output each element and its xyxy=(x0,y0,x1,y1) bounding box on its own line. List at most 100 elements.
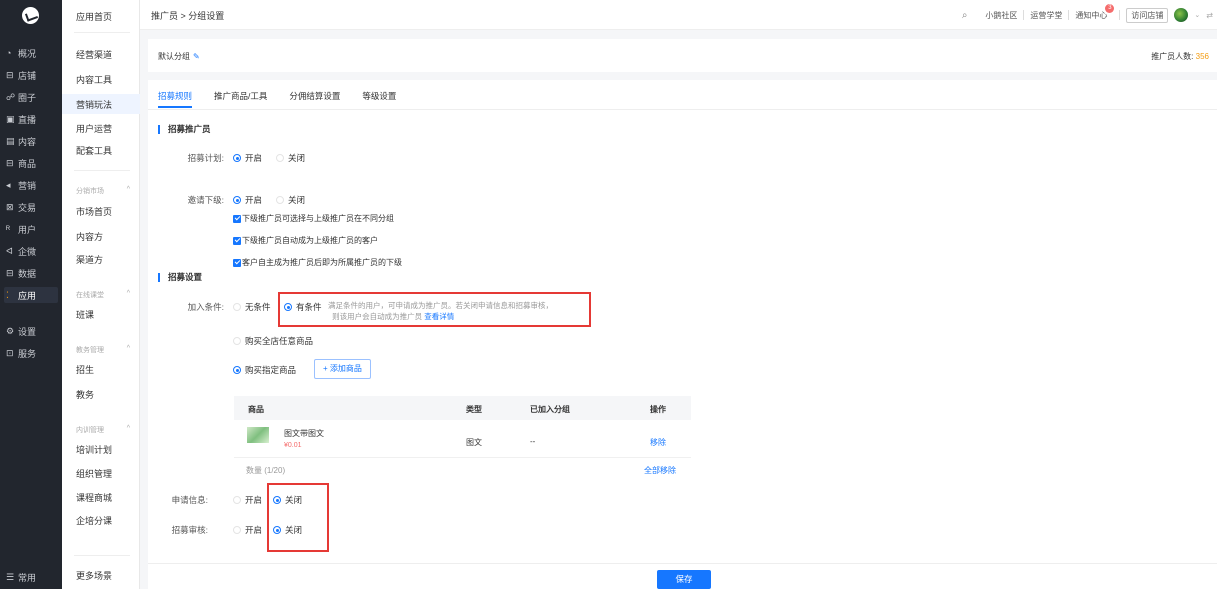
subnav-item-channels[interactable]: 经营渠道 xyxy=(62,44,140,64)
invite-off-radio[interactable]: 关闭 xyxy=(276,194,305,206)
goods-group: -- xyxy=(530,437,536,446)
settings-icon: ⚙ xyxy=(6,325,15,336)
nav-item-live[interactable]: ▣ 直播 xyxy=(4,111,58,127)
subnav-item-org-manage[interactable]: 组织管理 xyxy=(62,463,140,483)
switch-icon[interactable]: ⇄ xyxy=(1206,11,1213,20)
group-name: 默认分组 xyxy=(158,52,190,61)
academy-link[interactable]: 运营学堂 xyxy=(1030,10,1062,21)
notification-link[interactable]: 通知中心 3 xyxy=(1075,3,1115,21)
divider xyxy=(148,109,1217,110)
tab-recruit-rules[interactable]: 招募规则 xyxy=(158,90,193,108)
community-icon: ☍ xyxy=(6,91,16,102)
nav-item-frequent[interactable]: ☰ 常用 xyxy=(4,569,58,585)
remove-goods-button[interactable]: 移除 xyxy=(650,437,666,448)
tab-levels[interactable]: 等级设置 xyxy=(362,90,396,108)
nav-item-community[interactable]: ☍ 圈子 xyxy=(4,89,58,105)
subnav-group-training[interactable]: 内训管理 ^ xyxy=(76,425,136,435)
chevron-up-icon: ^ xyxy=(126,425,130,432)
goods-table-header: 商品 类型 已加入分组 操作 xyxy=(234,396,691,420)
view-details-link[interactable]: 查看详情 xyxy=(424,312,454,321)
nav-item-overview[interactable]: ◔ 概况 xyxy=(4,45,58,61)
subnav-item-support-tools[interactable]: 配套工具 xyxy=(62,140,140,160)
join-none-radio[interactable]: 无条件 xyxy=(233,301,271,313)
subnav-home[interactable]: 应用首页 xyxy=(62,6,140,26)
subnav-item-more[interactable]: 更多场景 xyxy=(62,565,140,585)
divider xyxy=(74,555,130,556)
subnav-group-academic[interactable]: 教务管理 ^ xyxy=(76,345,136,355)
subnav-item-class[interactable]: 班课 xyxy=(62,304,140,324)
subnav-item-channel-side[interactable]: 渠道方 xyxy=(62,249,140,269)
review-on-radio[interactable]: 开启 xyxy=(233,524,262,536)
divider xyxy=(148,563,1217,564)
plan-off-radio[interactable]: 关闭 xyxy=(276,152,305,164)
subnav-item-enroll[interactable]: 招生 xyxy=(62,359,140,379)
subnav-item-content-tools[interactable]: 内容工具 xyxy=(62,69,140,89)
nav-item-service[interactable]: ⊡ 服务 xyxy=(4,345,58,361)
store-icon: ⊟ xyxy=(6,69,14,80)
plan-label: 招募计划: xyxy=(187,153,224,163)
review-off-radio[interactable]: 关闭 xyxy=(273,524,302,536)
subnav-group-online-class[interactable]: 在线课堂 ^ xyxy=(76,290,136,300)
subnav-item-user-ops[interactable]: 用户运营 xyxy=(62,118,140,138)
marketing-icon: ◂ xyxy=(6,179,11,190)
apply-info-label: 申请信息: xyxy=(171,495,208,505)
top-bar: 推广员 > 分组设置 ⌕ 小鹅社区 运营学堂 通知中心 3 访问店铺 ⌄ ⇄ xyxy=(140,0,1217,30)
nav-item-apps[interactable]: ⁚ 应用 xyxy=(4,287,58,303)
divider xyxy=(74,170,130,171)
logo-icon[interactable] xyxy=(22,7,39,24)
goods-table-footer: 数量 (1/20) 全部移除 xyxy=(234,457,691,477)
subnav-item-course-mall[interactable]: 课程商城 xyxy=(62,487,140,507)
nav-item-settings[interactable]: ⚙ 设置 xyxy=(4,323,58,339)
edit-icon[interactable]: ✎ xyxy=(193,52,200,61)
avatar[interactable] xyxy=(1174,8,1189,22)
tab-promo-goods[interactable]: 推广商品/工具 xyxy=(214,90,267,108)
col-goods: 商品 xyxy=(248,405,264,414)
chevron-up-icon: ^ xyxy=(126,345,130,352)
search-icon[interactable]: ⌕ xyxy=(962,10,968,21)
top-actions: ⌕ 小鹅社区 运营学堂 通知中心 3 访问店铺 ⌄ ⇄ xyxy=(962,3,1213,24)
subnav-item-marketing[interactable]: 营销玩法 xyxy=(62,94,140,114)
invite-label: 邀请下级: xyxy=(187,195,224,205)
nav-item-marketing[interactable]: ◂ 营销 xyxy=(4,177,58,193)
nav-item-trade[interactable]: ⊠ 交易 xyxy=(4,199,58,215)
community-link[interactable]: 小鹅社区 xyxy=(985,10,1017,21)
subnav-item-market-home[interactable]: 市场首页 xyxy=(62,201,140,221)
col-type: 类型 xyxy=(466,405,482,414)
subnav-item-content-side[interactable]: 内容方 xyxy=(62,226,140,246)
apps-icon: ⁚ xyxy=(6,289,9,300)
nav-item-user[interactable]: ᴿ 用户 xyxy=(4,221,58,237)
group-header: 默认分组 ✎ 推广员人数: 356 xyxy=(148,39,1217,72)
subnav-item-training-plan[interactable]: 培训计划 xyxy=(62,439,140,459)
apply-on-radio[interactable]: 开启 xyxy=(233,494,262,506)
tab-commission[interactable]: 分佣结算设置 xyxy=(289,90,340,108)
apply-off-radio[interactable]: 关闭 xyxy=(273,494,302,506)
invite-check-self-join[interactable]: 客户自主成为推广员后即为所属推广员的下级 xyxy=(233,257,402,268)
save-button[interactable]: 保存 xyxy=(657,570,711,589)
invite-on-radio[interactable]: 开启 xyxy=(233,194,262,206)
chevron-down-icon[interactable]: ⌄ xyxy=(1194,11,1200,19)
add-goods-button[interactable]: + 添加商品 xyxy=(314,359,371,379)
nav-item-content[interactable]: ▤ 内容 xyxy=(4,133,58,149)
tab-bar: 招募规则 推广商品/工具 分佣结算设置 等级设置 xyxy=(158,90,396,110)
nav-item-data[interactable]: ⊟ 数据 xyxy=(4,265,58,281)
goods-count: 数量 (1/20) xyxy=(246,466,286,475)
nav-item-wecom[interactable]: ᐊ 企微 xyxy=(4,243,58,259)
nav-item-goods[interactable]: ⊟ 商品 xyxy=(4,155,58,171)
subnav-item-enterprise-course[interactable]: 企培分课 xyxy=(62,510,140,530)
remove-all-button[interactable]: 全部移除 xyxy=(644,465,676,476)
invite-check-diff-group[interactable]: 下级推广员可选择与上级推广员在不同分组 xyxy=(233,213,394,224)
subnav-item-academic[interactable]: 教务 xyxy=(62,384,140,404)
chevron-up-icon: ^ xyxy=(126,290,130,297)
col-joined-group: 已加入分组 xyxy=(530,405,570,414)
visit-store-button[interactable]: 访问店铺 xyxy=(1126,7,1169,23)
service-icon: ⊡ xyxy=(6,347,14,358)
join-cond-radio[interactable]: 有条件 xyxy=(284,301,322,313)
plan-on-radio[interactable]: 开启 xyxy=(233,152,262,164)
dashboard-icon: ◔ xyxy=(6,48,12,58)
join-any-goods-radio[interactable]: 购买全店任意商品 xyxy=(233,335,313,347)
invite-check-auto-customer[interactable]: 下级推广员自动成为上级推广员的客户 xyxy=(233,235,378,246)
join-specific-goods-radio[interactable]: 购买指定商品 xyxy=(233,364,296,376)
subnav-group-distribution[interactable]: 分销市场 ^ xyxy=(76,186,136,196)
goods-type: 图文 xyxy=(466,438,482,447)
nav-item-store[interactable]: ⊟ 店铺 xyxy=(4,67,58,83)
